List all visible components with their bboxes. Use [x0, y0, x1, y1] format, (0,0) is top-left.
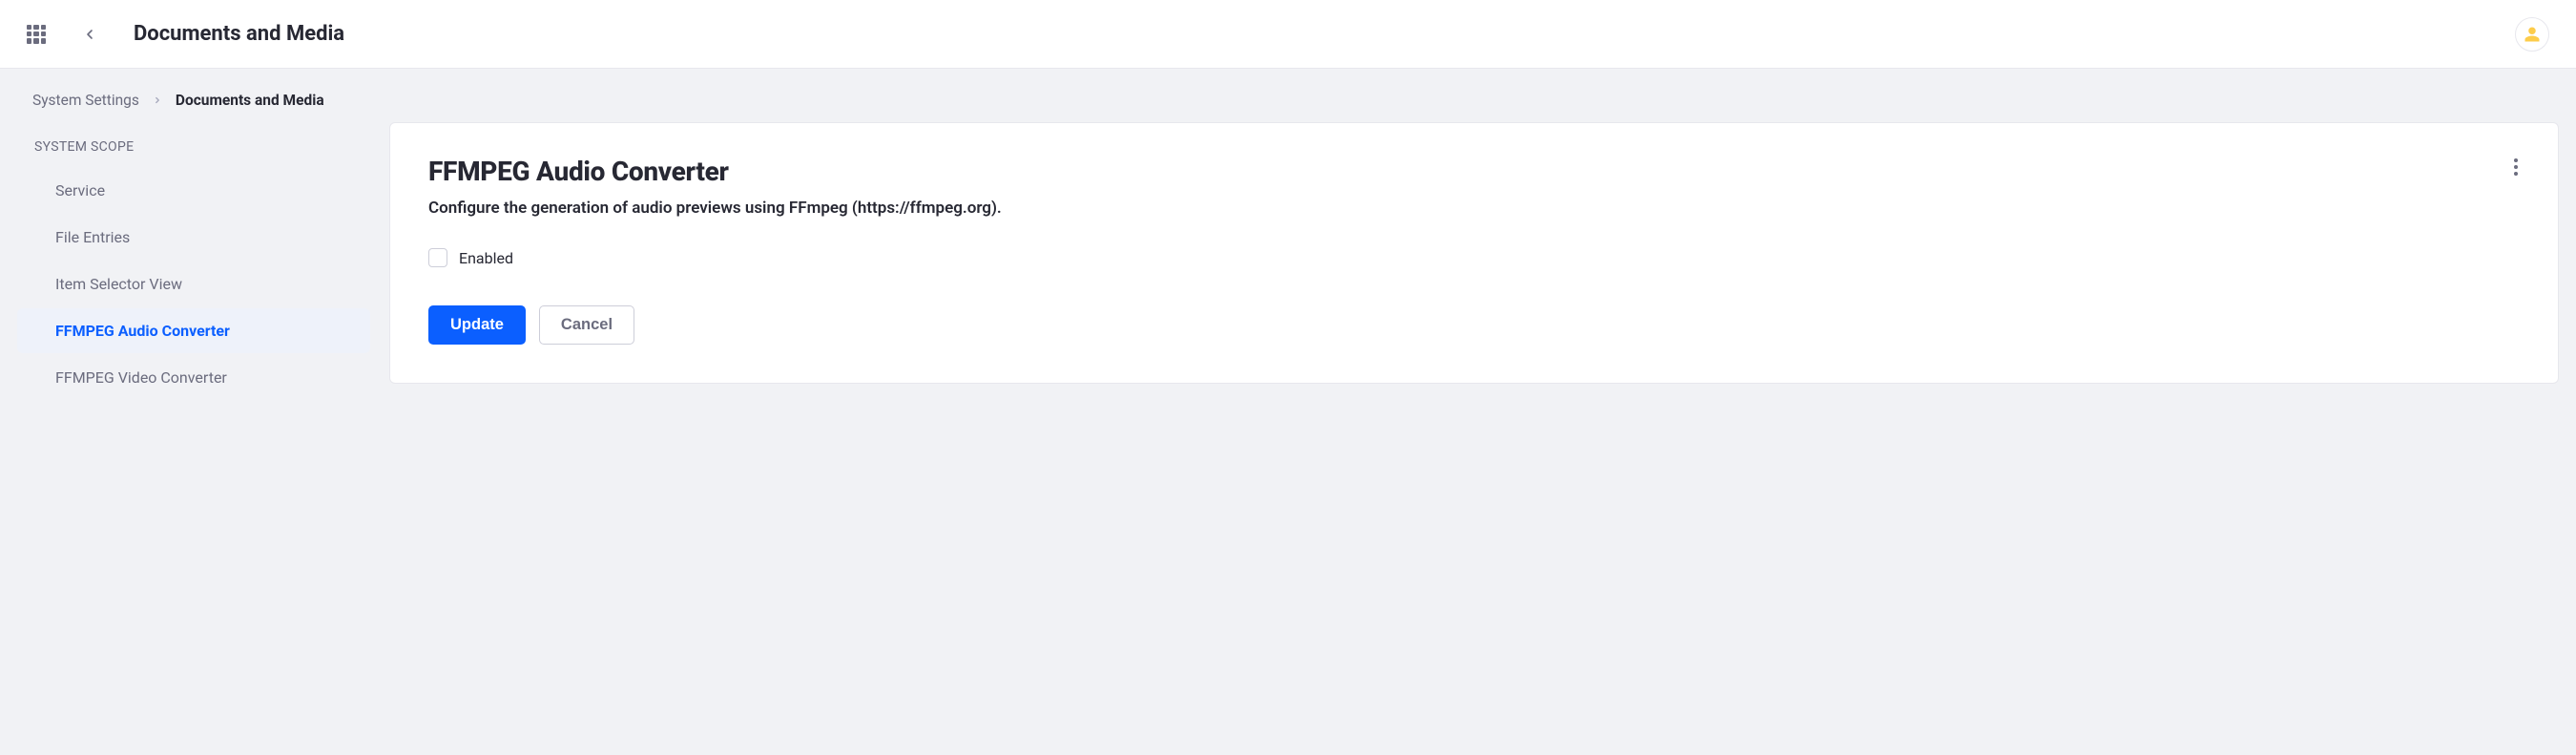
- panel-actions-button[interactable]: [2501, 152, 2531, 182]
- sidebar-item-ffmpeg-video-converter[interactable]: FFMPEG Video Converter: [17, 355, 370, 400]
- sidebar-scope-label: SYSTEM SCOPE: [17, 130, 370, 166]
- topbar: Documents and Media: [0, 0, 2576, 69]
- apps-grid-icon[interactable]: [27, 25, 46, 44]
- enabled-label[interactable]: Enabled: [459, 249, 513, 267]
- kebab-icon: [2514, 158, 2518, 176]
- back-button[interactable]: [73, 17, 107, 52]
- sidebar-item-item-selector-view[interactable]: Item Selector View: [17, 262, 370, 306]
- topbar-left: Documents and Media: [27, 17, 2515, 52]
- button-row: Update Cancel: [428, 305, 2520, 345]
- breadcrumb-parent-link[interactable]: System Settings: [32, 92, 139, 109]
- breadcrumb-current: Documents and Media: [176, 92, 324, 109]
- chevron-left-icon: [82, 27, 97, 42]
- sidebar: SYSTEM SCOPE Service File Entries Item S…: [17, 122, 370, 402]
- sidebar-item-ffmpeg-audio-converter[interactable]: FFMPEG Audio Converter: [17, 308, 370, 353]
- breadcrumb: System Settings Documents and Media: [0, 69, 2576, 122]
- user-icon: [2524, 26, 2541, 43]
- main-area: FFMPEG Audio Converter Configure the gen…: [389, 122, 2559, 384]
- chevron-right-icon: [153, 95, 162, 105]
- content-row: SYSTEM SCOPE Service File Entries Item S…: [0, 122, 2576, 425]
- settings-panel: FFMPEG Audio Converter Configure the gen…: [389, 122, 2559, 384]
- enabled-checkbox[interactable]: [428, 248, 447, 267]
- sidebar-item-service[interactable]: Service: [17, 168, 370, 213]
- panel-title: FFMPEG Audio Converter: [428, 156, 2520, 187]
- page-title: Documents and Media: [134, 22, 344, 46]
- sidebar-item-file-entries[interactable]: File Entries: [17, 215, 370, 260]
- panel-subtitle: Configure the generation of audio previe…: [428, 199, 2520, 218]
- cancel-button[interactable]: Cancel: [539, 305, 634, 345]
- enabled-row: Enabled: [428, 248, 2520, 267]
- user-avatar[interactable]: [2515, 17, 2549, 52]
- update-button[interactable]: Update: [428, 305, 526, 345]
